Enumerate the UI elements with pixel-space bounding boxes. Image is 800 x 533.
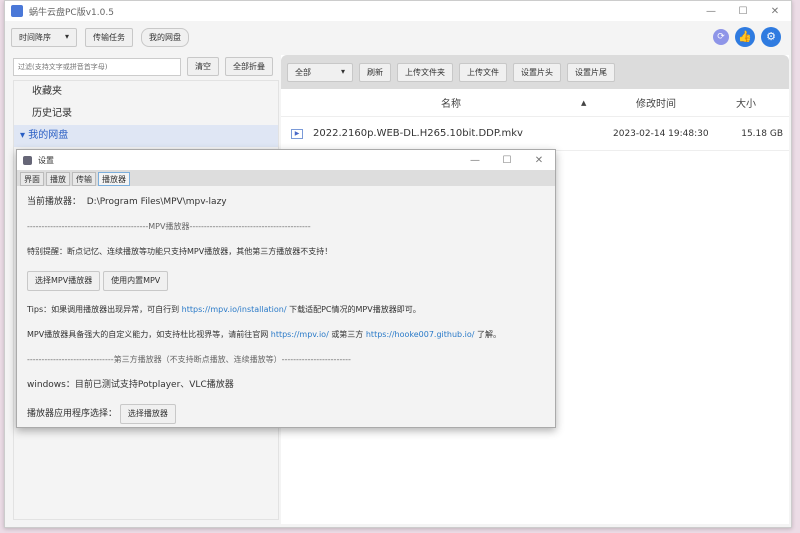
chevron-down-icon: ▾: [64, 32, 69, 41]
column-modified[interactable]: 修改时间: [601, 95, 711, 110]
file-row[interactable]: ▶ 2022.2160p.WEB-DL.H265.10bit.DDP.mkv 2…: [281, 117, 789, 151]
settings-dialog: 设置 — ☐ ✕ 界面 播放 传输 播放器 当前播放器： D:\Program …: [16, 149, 556, 428]
windows-support-text: windows：目前已测试支持Potplayer、VLC播放器: [27, 380, 234, 390]
minimize-button[interactable]: —: [695, 6, 727, 17]
transfer-tasks-button[interactable]: 传输任务: [85, 28, 133, 47]
close-button[interactable]: ✕: [759, 6, 791, 17]
sort-asc-icon: ▲: [581, 98, 587, 107]
type-filter-select[interactable]: 全部 ▾: [287, 62, 353, 82]
current-player-path: D:\Program Files\MPV\mpv-lazy: [86, 197, 227, 207]
dialog-minimize-button[interactable]: —: [459, 155, 491, 166]
mpv-info-text-3: 了解。: [477, 330, 502, 339]
select-mpv-button[interactable]: 选择MPV播放器: [27, 271, 101, 291]
sort-value: 时间降序: [19, 33, 51, 42]
set-intro-button[interactable]: 设置片头: [513, 62, 561, 82]
tree-item-favorites[interactable]: 收藏夹: [14, 81, 278, 103]
type-filter-value: 全部: [295, 67, 311, 77]
tab-transfer[interactable]: 传输: [72, 172, 96, 186]
tab-playback[interactable]: 播放: [46, 172, 70, 186]
file-name: 2022.2160p.WEB-DL.H265.10bit.DDP.mkv: [313, 128, 523, 139]
app-title: 蜗牛云盘PC版v1.0.5: [29, 7, 114, 18]
video-file-icon: ▶: [291, 128, 303, 139]
notice-text: 特别提醒：断点记忆、连续播放等功能只支持MPV播放器，其他第三方播放器不支持！: [27, 247, 333, 256]
player-app-label: 播放器应用程序选择：: [27, 409, 118, 419]
dialog-maximize-button[interactable]: ☐: [491, 155, 523, 166]
tree-item-history[interactable]: 历史记录: [14, 103, 278, 125]
title-bar: 蜗牛云盘PC版v1.0.5 — ☐ ✕: [5, 1, 791, 21]
mpv-separator: ----------------------------------------…: [27, 222, 311, 231]
file-modified: 2023-02-14 19:48:30: [613, 128, 709, 139]
upload-folder-button[interactable]: 上传文件夹: [397, 62, 453, 82]
sort-select[interactable]: 时间降序 ▾: [11, 28, 77, 47]
mpv-install-link[interactable]: https://mpv.io/installation/: [182, 305, 287, 314]
tips-text: Tips：如果调用播放器出现异常，可自行到: [27, 305, 180, 314]
collapse-all-button[interactable]: 全部折叠: [225, 57, 273, 76]
thumbs-up-icon[interactable]: 👍: [735, 27, 755, 47]
column-size[interactable]: 大小: [711, 95, 781, 110]
gear-icon[interactable]: ⚙: [761, 27, 781, 47]
tips-text-2: 下载适配PC情况的MPV播放器即可。: [289, 305, 421, 314]
current-player-label: 当前播放器：: [27, 197, 82, 207]
use-builtin-mpv-button[interactable]: 使用内置MPV: [103, 271, 169, 291]
clear-button[interactable]: 清空: [187, 57, 219, 76]
tab-player[interactable]: 播放器: [98, 172, 130, 186]
mpv-info-text-2: 或第三方: [331, 330, 364, 339]
mpv-info-text: MPV播放器具备强大的自定义能力，如支持杜比视界等，请前往官网: [27, 330, 269, 339]
chevron-down-icon: ▾: [340, 66, 345, 76]
dialog-close-button[interactable]: ✕: [523, 155, 555, 166]
refresh-icon[interactable]: ⟳: [713, 29, 729, 45]
app-icon: [11, 5, 23, 17]
tree-item-my-disk[interactable]: ▾ 我的网盘: [14, 125, 278, 147]
third-party-separator: ------------------------------第三方播放器（不支持…: [27, 355, 351, 364]
mpv-site-link[interactable]: https://mpv.io/: [271, 330, 329, 339]
file-list-header: 名称 ▲ 修改时间 大小: [281, 89, 789, 117]
my-disk-button[interactable]: 我的网盘: [141, 28, 189, 47]
tab-interface[interactable]: 界面: [20, 172, 44, 186]
hooke-link[interactable]: https://hooke007.github.io/: [366, 330, 475, 339]
dialog-icon: [23, 155, 32, 165]
file-size: 15.18 GB: [741, 128, 783, 139]
refresh-button[interactable]: 刷新: [359, 62, 391, 82]
maximize-button[interactable]: ☐: [727, 6, 759, 17]
filter-input[interactable]: [13, 57, 181, 76]
upload-file-button[interactable]: 上传文件: [459, 62, 507, 82]
column-name[interactable]: 名称: [281, 95, 581, 110]
set-outro-button[interactable]: 设置片尾: [567, 62, 615, 82]
choose-player-button[interactable]: 选择播放器: [119, 404, 176, 424]
dialog-title: 设置: [38, 155, 54, 165]
tree-item-label: 我的网盘: [28, 130, 69, 141]
